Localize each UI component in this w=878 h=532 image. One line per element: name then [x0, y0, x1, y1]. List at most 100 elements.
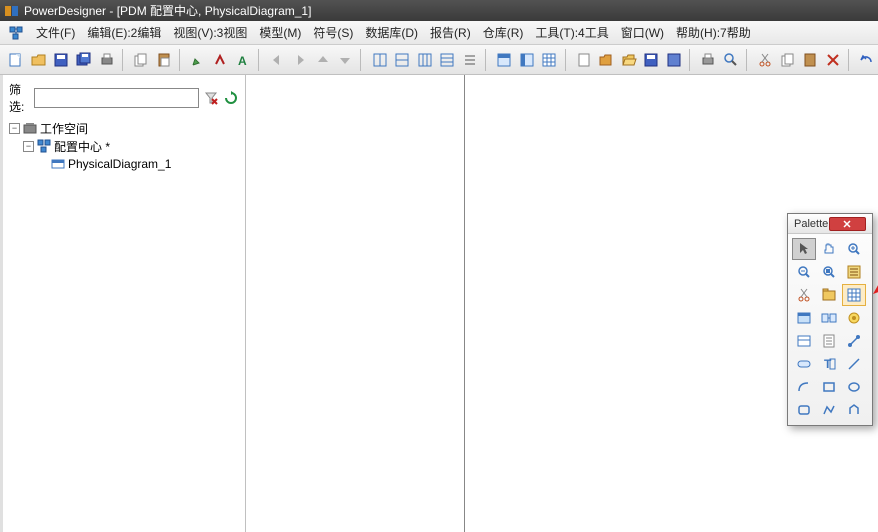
menu-window[interactable]: 窗口(W)	[615, 22, 670, 43]
filter-label: 筛选:	[9, 81, 30, 115]
tree-model[interactable]: − 配置中心 *	[9, 137, 239, 155]
tool-layout1[interactable]	[494, 49, 515, 71]
workspace-icon	[23, 121, 37, 135]
tool-disk2[interactable]	[664, 49, 685, 71]
tool-text[interactable]: A	[233, 49, 254, 71]
tool-save[interactable]	[51, 49, 72, 71]
browser-tree[interactable]: − 工作空间 − 配置中心 * PhysicalDiagram_1	[9, 119, 239, 173]
tool-printer[interactable]	[698, 49, 719, 71]
tool-grid3[interactable]	[414, 49, 435, 71]
tool-print[interactable]	[96, 49, 117, 71]
tool-saveall[interactable]	[74, 49, 95, 71]
tool-highlight[interactable]	[210, 49, 231, 71]
polygon-tool-icon[interactable]	[842, 399, 866, 421]
menu-help[interactable]: 帮助(H):7帮助	[670, 22, 757, 43]
palette-title-text: Palette	[794, 218, 829, 230]
entity-tool-icon[interactable]	[792, 330, 816, 352]
table-tool-icon[interactable]	[842, 284, 866, 306]
tool-nav-up[interactable]	[312, 49, 333, 71]
pointer-tool-icon[interactable]	[792, 238, 816, 260]
line-tool-icon[interactable]	[842, 353, 866, 375]
palette-close-button[interactable]	[829, 217, 866, 231]
filter-row: 筛选:	[9, 81, 239, 115]
diagram-icon	[51, 157, 65, 171]
tool-paste[interactable]	[153, 49, 174, 71]
main-toolbar: A	[0, 45, 878, 75]
file-tool-icon[interactable]	[817, 330, 841, 352]
tool-copy2[interactable]	[778, 49, 799, 71]
tool-doc-new[interactable]	[573, 49, 594, 71]
tool-nav-down[interactable]	[335, 49, 356, 71]
reference-tool-icon[interactable]	[817, 307, 841, 329]
tool-find[interactable]	[721, 49, 742, 71]
clear-filter-icon[interactable]	[203, 88, 219, 108]
link-tool-icon[interactable]	[842, 330, 866, 352]
zoom-fit-icon[interactable]	[817, 261, 841, 283]
tree-root[interactable]: − 工作空间	[9, 119, 239, 137]
tool-delete[interactable]	[823, 49, 844, 71]
tool-undo[interactable]	[857, 49, 878, 71]
menu-model[interactable]: 模型(M)	[253, 22, 307, 43]
polyline-tool-icon[interactable]	[817, 399, 841, 421]
diagram-canvas[interactable]: Palette T	[246, 75, 878, 532]
main-area: 筛选: − 工作空间 − 配置中心 * PhysicalDiagram_1	[0, 75, 878, 532]
menu-edit[interactable]: 编辑(E):2编辑	[81, 22, 167, 43]
tool-cut[interactable]	[755, 49, 776, 71]
model-icon	[37, 139, 51, 153]
tree-diagram[interactable]: PhysicalDiagram_1	[9, 155, 239, 173]
app-icon	[4, 3, 20, 19]
tool-new[interactable]	[6, 49, 27, 71]
menu-symbol[interactable]: 符号(S)	[307, 22, 359, 43]
tree-model-label: 配置中心 *	[54, 138, 110, 155]
title-bar: PowerDesigner - [PDM 配置中心, PhysicalDiagr…	[0, 0, 878, 21]
palette-panel[interactable]: Palette T	[787, 213, 873, 426]
tool-folder-open[interactable]	[619, 49, 640, 71]
tree-diagram-label: PhysicalDiagram_1	[68, 157, 171, 171]
filter-input[interactable]	[34, 88, 199, 108]
note-tool-icon[interactable]	[792, 353, 816, 375]
tool-pencil[interactable]	[188, 49, 209, 71]
properties-icon[interactable]	[842, 261, 866, 283]
tool-copy[interactable]	[131, 49, 152, 71]
tool-layout3[interactable]	[539, 49, 560, 71]
zoom-in-icon[interactable]	[842, 238, 866, 260]
expand-icon[interactable]: −	[9, 123, 20, 134]
tool-open[interactable]	[29, 49, 50, 71]
tool-grid2[interactable]	[392, 49, 413, 71]
tree-root-label: 工作空间	[40, 120, 88, 137]
tool-disk[interactable]	[641, 49, 662, 71]
arc-tool-icon[interactable]	[792, 376, 816, 398]
delete-tool-icon[interactable]	[792, 284, 816, 306]
tool-grid1[interactable]	[369, 49, 390, 71]
menu-file[interactable]: 文件(F)	[30, 22, 81, 43]
menu-tools[interactable]: 工具(T):4工具	[529, 22, 614, 43]
menu-bar: 文件(F) 编辑(E):2编辑 视图(V):3视图 模型(M) 符号(S) 数据…	[0, 21, 878, 45]
window-title: PowerDesigner - [PDM 配置中心, PhysicalDiagr…	[24, 2, 311, 19]
palette-grid: T	[788, 234, 872, 425]
grabber-tool-icon[interactable]	[817, 238, 841, 260]
menu-report[interactable]: 报告(R)	[424, 22, 477, 43]
expand-icon[interactable]: −	[23, 141, 34, 152]
menu-database[interactable]: 数据库(D)	[359, 22, 424, 43]
view-tool-icon[interactable]	[792, 307, 816, 329]
rounded-rect-tool-icon[interactable]	[792, 399, 816, 421]
canvas-divider	[464, 75, 465, 532]
title-tool-icon[interactable]: T	[817, 353, 841, 375]
rectangle-tool-icon[interactable]	[817, 376, 841, 398]
tool-grid4[interactable]	[437, 49, 458, 71]
zoom-out-icon[interactable]	[792, 261, 816, 283]
tool-nav-back[interactable]	[267, 49, 288, 71]
refresh-icon[interactable]	[223, 88, 239, 108]
ellipse-tool-icon[interactable]	[842, 376, 866, 398]
tool-nav-fwd[interactable]	[290, 49, 311, 71]
tool-paste2[interactable]	[800, 49, 821, 71]
procedure-tool-icon[interactable]	[842, 307, 866, 329]
tool-layout2[interactable]	[516, 49, 537, 71]
menu-repository[interactable]: 仓库(R)	[477, 22, 530, 43]
tool-doc-open[interactable]	[596, 49, 617, 71]
tool-list1[interactable]	[460, 49, 481, 71]
package-tool-icon[interactable]	[817, 284, 841, 306]
palette-titlebar[interactable]: Palette	[788, 214, 872, 234]
svg-text:A: A	[238, 54, 247, 68]
menu-view[interactable]: 视图(V):3视图	[167, 22, 253, 43]
